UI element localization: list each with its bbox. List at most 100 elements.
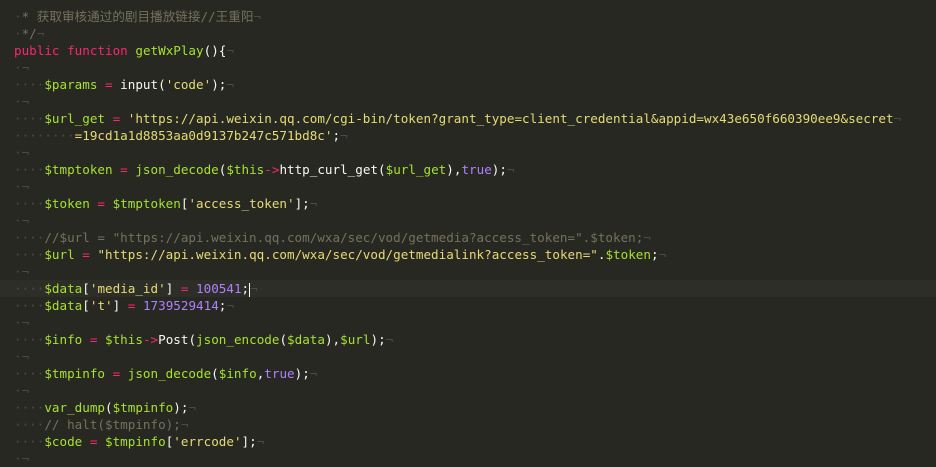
code-line[interactable]: ····$token = $tmptoken['access_token'];¬ (0, 195, 936, 212)
code-line[interactable]: ····var_dump($tmpinfo);¬ (0, 399, 936, 416)
indent-whitespace: · (14, 179, 22, 194)
indent-whitespace: · (14, 264, 22, 279)
code-line[interactable]: ·¬ (0, 178, 936, 195)
code-line[interactable]: ····$data['t'] = 1739529414;¬ (0, 297, 936, 314)
code-line[interactable]: ·¬ (0, 348, 936, 365)
code-line-content: ·* 获取审核通过的剧目播放链接//王重阳¬ (14, 8, 261, 25)
code-line-content: ·*/¬ (14, 25, 44, 42)
end-of-line-marker: ¬ (250, 281, 258, 296)
code-token: 'errcode' (173, 434, 242, 449)
code-line[interactable]: ····$url = "https://api.weixin.qq.com/wx… (0, 246, 936, 263)
end-of-line-marker: ¬ (21, 213, 30, 228)
code-line[interactable]: ····//$url = "https://api.weixin.qq.com/… (0, 229, 936, 246)
code-line-content: ········=19cd1a1d8853aa0d9137b247c571bd8… (14, 127, 348, 144)
code-token: * 获取审核通过的剧目播放链接//王重阳 (21, 9, 254, 24)
code-line[interactable]: ····$tmptoken = json_decode ($this->http_… (0, 161, 936, 178)
code-line-content: ····var_dump($tmpinfo);¬ (14, 399, 196, 416)
end-of-line-marker: ¬ (256, 434, 265, 449)
code-token: (){ (203, 43, 227, 58)
code-token: ( (378, 162, 386, 177)
indent-whitespace: ···· (14, 281, 45, 296)
code-token: $url (44, 247, 75, 262)
end-of-line-marker: ¬ (21, 179, 30, 194)
indent-whitespace: ···· (14, 111, 45, 126)
code-token: ; (241, 281, 250, 296)
code-token: true (461, 162, 492, 177)
end-of-line-marker: ¬ (309, 196, 318, 211)
code-line[interactable]: ·*/¬ (0, 25, 936, 42)
code-line[interactable]: ····// halt($tmpinfo);¬ (0, 416, 936, 433)
end-of-line-marker: ¬ (643, 230, 651, 245)
code-token: $this (226, 162, 265, 177)
indent-whitespace: ···· (14, 247, 45, 262)
indent-whitespace: · (14, 349, 22, 364)
code-token: */ (21, 26, 37, 41)
end-of-line-marker: ¬ (21, 145, 30, 160)
code-line[interactable]: ····$params = input('code');¬ (0, 76, 936, 93)
code-token: // halt($tmpinfo); (44, 417, 181, 432)
code-line[interactable]: public function getWxPlay(){¬ (0, 42, 936, 59)
code-line-content: ·¬ (14, 263, 29, 280)
code-token: 1739529414 (142, 298, 219, 313)
end-of-line-marker: ¬ (385, 332, 394, 347)
code-token: $code (44, 434, 83, 449)
code-token: ), (324, 332, 341, 347)
code-line[interactable]: ········=19cd1a1d8853aa0d9137b247c571bd8… (0, 127, 936, 144)
code-line-content: ····$params = input('code');¬ (14, 76, 234, 93)
code-token: ( (158, 77, 166, 92)
code-token: 'https://api.weixin.qq.com/cgi-bin/token… (127, 111, 894, 126)
code-token: ; (332, 128, 341, 143)
code-line[interactable]: ····$tmpinfo = json_decode($info,true);¬ (0, 365, 936, 382)
code-line[interactable]: ····$url_get = 'https://api.weixin.qq.co… (0, 110, 936, 127)
code-token: json_decode (135, 162, 219, 177)
code-line-content: ·¬ (14, 314, 29, 331)
code-token: [ (82, 298, 90, 313)
indent-whitespace: ···· (14, 77, 45, 92)
code-line[interactable]: ····$code = $tmpinfo['errcode'];¬ (0, 433, 936, 450)
code-line[interactable]: ·* 获取审核通过的剧目播放链接//王重阳¬ (0, 8, 936, 25)
code-line-content: ····$data['t'] = 1739529414;¬ (14, 297, 234, 314)
code-token: = (82, 332, 106, 347)
code-line[interactable]: ····$info = $this->Post(json_encode($dat… (0, 331, 936, 348)
end-of-line-marker: ¬ (21, 451, 30, 466)
code-line[interactable]: ·¬ (0, 144, 936, 161)
end-of-line-marker: ¬ (21, 60, 30, 75)
indent-whitespace: ···· (14, 230, 45, 245)
code-line[interactable]: ·¬ (0, 263, 936, 280)
end-of-line-marker: ¬ (253, 9, 262, 24)
code-token: $tmptoken (112, 196, 181, 211)
code-line[interactable]: ·¬ (0, 93, 936, 110)
code-token: $info (44, 332, 83, 347)
code-line[interactable]: ·¬ (0, 212, 936, 229)
code-line[interactable]: ·¬ (0, 314, 936, 331)
code-line[interactable]: ····$data['media_id'] = 100541;¬ (0, 280, 936, 297)
code-token: json_encode (196, 332, 280, 347)
code-token: 'media_id' (89, 281, 166, 296)
code-token: true (264, 366, 295, 381)
code-line[interactable]: ·¬ (0, 450, 936, 467)
code-token: ( (105, 400, 113, 415)
code-token: ); (370, 332, 386, 347)
code-token: -> (142, 332, 159, 347)
code-line-content: ·¬ (14, 144, 29, 161)
code-token: input (120, 77, 159, 92)
indent-whitespace: ···· (14, 298, 45, 313)
code-token: 't' (89, 298, 113, 313)
indent-whitespace: · (14, 383, 22, 398)
code-token: 'code' (165, 77, 212, 92)
indent-whitespace: ···· (14, 434, 45, 449)
code-editor[interactable]: ·* 获取审核通过的剧目播放链接//王重阳¬ ·*/¬ public functio… (0, 0, 936, 466)
code-line[interactable]: ·¬ (0, 59, 936, 76)
indent-whitespace: · (14, 451, 22, 466)
code-token: //$url = "https://api.weixin.qq.com/wxa/… (44, 230, 644, 245)
code-line[interactable]: ·¬ (0, 382, 936, 399)
code-token: ); (211, 77, 227, 92)
code-line-content: ····//$url = "https://api.weixin.qq.com/… (14, 229, 651, 246)
code-token: $data (287, 332, 325, 347)
code-token: ), (446, 162, 462, 177)
code-token: Post (158, 332, 189, 347)
code-token: $this (105, 332, 143, 347)
code-line-content: ·¬ (14, 382, 29, 399)
code-token: ]; (294, 196, 310, 211)
code-token: = (120, 298, 143, 313)
